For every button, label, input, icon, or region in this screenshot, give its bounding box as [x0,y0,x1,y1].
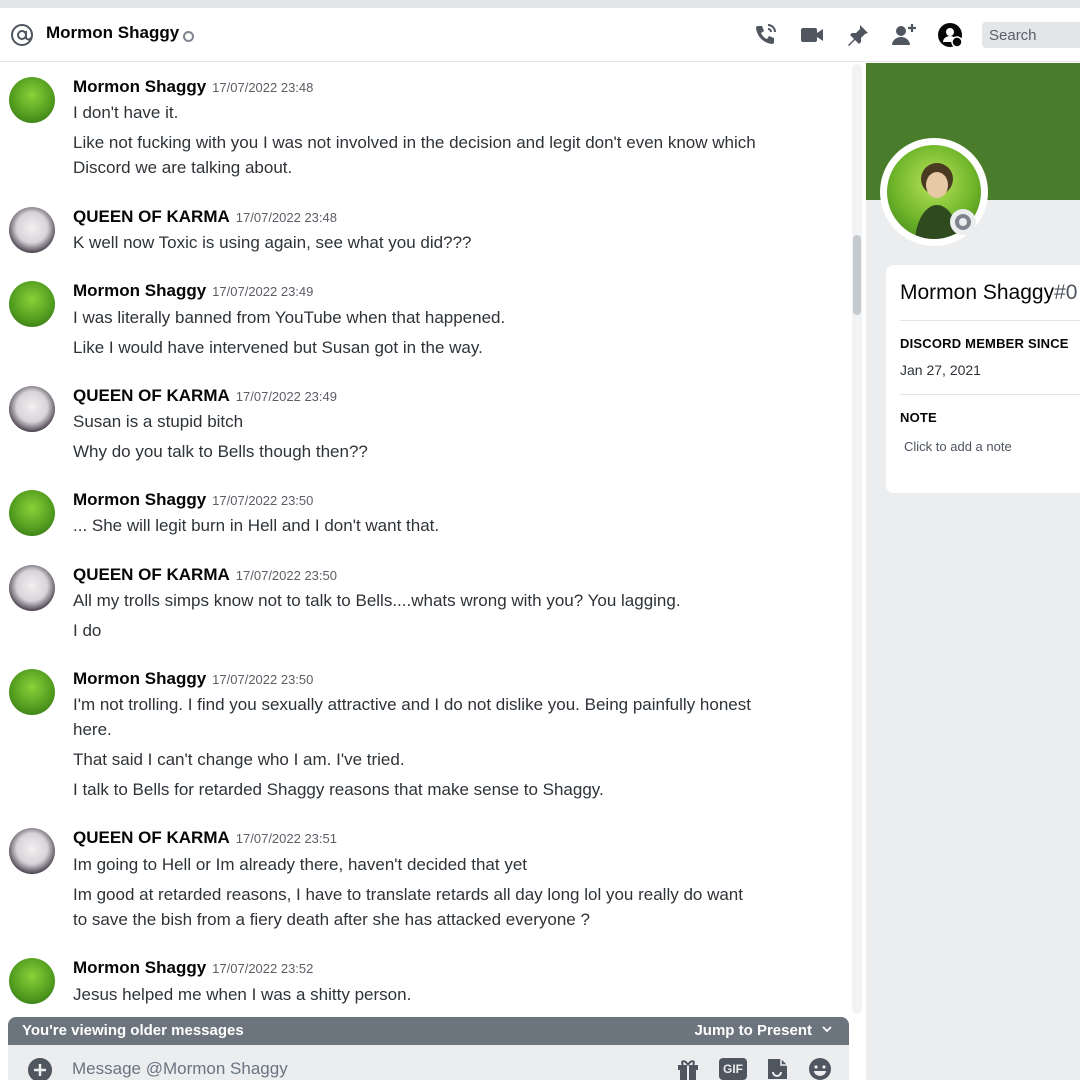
message-text: Im going to Hell or Im already there, ha… [73,855,527,874]
avatar[interactable] [9,490,55,536]
message-text: K well now Toxic is using again, see wha… [73,233,472,252]
message-author[interactable]: Mormon Shaggy 17/07/2022 23:50 [73,669,313,689]
message-author[interactable]: QUEEN OF KARMA 17/07/2022 23:49 [73,386,337,406]
message-author[interactable]: QUEEN OF KARMA 17/07/2022 23:48 [73,207,337,227]
message-text: I don't have it. [73,103,179,122]
profile-card: Mormon Shaggy#0 DISCORD MEMBER SINCE Jan… [886,265,1080,493]
message-text: to save the bish from a fiery death afte… [73,910,590,929]
message-text: Like not fucking with you I was not invo… [73,133,756,152]
message-author[interactable]: Mormon Shaggy 17/07/2022 23:50 [73,490,313,510]
avatar[interactable] [9,281,55,327]
pin-icon[interactable] [845,22,871,48]
add-attachment-icon[interactable] [28,1058,52,1080]
message-text: ... She will legit burn in Hell and I do… [73,516,440,535]
at-icon [11,24,33,46]
avatar[interactable] [9,828,55,874]
profile-username: Mormon Shaggy#0 [900,281,1078,304]
message-list[interactable]: Mormon Shaggy 17/07/2022 23:48 I don't ha… [0,63,866,1080]
voice-call-icon[interactable] [752,22,778,48]
message-text: Jesus helped me when I was a shitty pers… [73,985,412,1004]
window-top-strip [0,0,1080,8]
channel-title: Mormon Shaggy [46,23,180,42]
message-text: I talk to Bells for retarded Shaggy reas… [73,780,604,799]
message-author[interactable]: Mormon Shaggy 17/07/2022 23:49 [73,281,313,301]
avatar[interactable] [9,565,55,611]
avatar[interactable] [9,386,55,432]
divider [900,394,1080,395]
message-composer: GIF [8,1045,849,1080]
message-text: Susan is a stupid bitch [73,412,244,431]
chevron-down-icon[interactable] [821,1023,833,1035]
avatar[interactable] [9,958,55,1004]
user-profile-icon[interactable] [937,22,963,48]
emoji-icon[interactable] [807,1056,833,1080]
message-author[interactable]: QUEEN OF KARMA 17/07/2022 23:50 [73,565,337,585]
avatar[interactable] [9,207,55,253]
message-timestamp: 17/07/2022 23:52 [212,961,314,976]
message-text: I do [73,621,102,640]
message-text: Like I would have intervened but Susan g… [73,338,483,357]
add-friend-icon[interactable] [891,22,917,48]
scrollbar-thumb[interactable] [853,235,861,315]
member-since-value: Jan 27, 2021 [900,362,981,378]
message-timestamp: 17/07/2022 23:48 [212,80,314,95]
message-text: All my trolls simps know not to talk to … [73,591,681,610]
message-text: Discord we are talking about. [73,158,293,177]
message-text: I'm not trolling. I find you sexually at… [73,695,751,714]
message-text: I was literally banned from YouTube when… [73,308,506,327]
divider [900,320,1080,321]
sticker-icon[interactable] [764,1056,790,1080]
message-timestamp: 17/07/2022 23:50 [235,568,337,583]
user-profile-panel: Mormon Shaggy#0 DISCORD MEMBER SINCE Jan… [866,63,1080,1080]
avatar[interactable] [9,77,55,123]
avatar[interactable] [9,669,55,715]
jump-to-present-button[interactable]: Jump to Present [694,1022,812,1039]
older-messages-bar: You're viewing older messages Jump to Pr… [8,1017,849,1045]
message-text: here. [73,720,112,739]
message-author[interactable]: QUEEN OF KARMA 17/07/2022 23:51 [73,828,337,848]
status-offline-icon [183,31,194,42]
search-input[interactable] [982,22,1080,48]
message-timestamp: 17/07/2022 23:48 [235,210,337,225]
message-timestamp: 17/07/2022 23:49 [212,284,314,299]
message-author[interactable]: Mormon Shaggy 17/07/2022 23:52 [73,958,313,978]
message-timestamp: 17/07/2022 23:51 [235,831,337,846]
gif-label: GIF [723,1062,743,1076]
message-text: Why do you talk to Bells though then?? [73,442,368,461]
note-label: NOTE [900,410,937,425]
channel-header: Mormon Shaggy [0,8,1080,62]
message-text: That said I can't change who I am. I've … [73,750,405,769]
gift-icon[interactable] [675,1056,701,1080]
profile-status-icon [950,209,976,235]
note-input[interactable]: Click to add a note [904,439,1012,454]
search-box[interactable] [982,22,1080,48]
message-author[interactable]: Mormon Shaggy 17/07/2022 23:48 [73,77,313,97]
message-input[interactable] [72,1055,632,1080]
message-timestamp: 17/07/2022 23:50 [212,672,314,687]
older-messages-label: You're viewing older messages [22,1022,244,1039]
gif-button[interactable]: GIF [719,1058,747,1080]
message-timestamp: 17/07/2022 23:49 [235,389,337,404]
scrollbar-track[interactable] [852,64,862,1014]
profile-discriminator: #0 [1054,281,1078,304]
video-call-icon[interactable] [799,22,825,48]
member-since-label: DISCORD MEMBER SINCE [900,336,1069,351]
message-timestamp: 17/07/2022 23:50 [212,493,314,508]
message-text: Im good at retarded reasons, I have to t… [73,885,743,904]
